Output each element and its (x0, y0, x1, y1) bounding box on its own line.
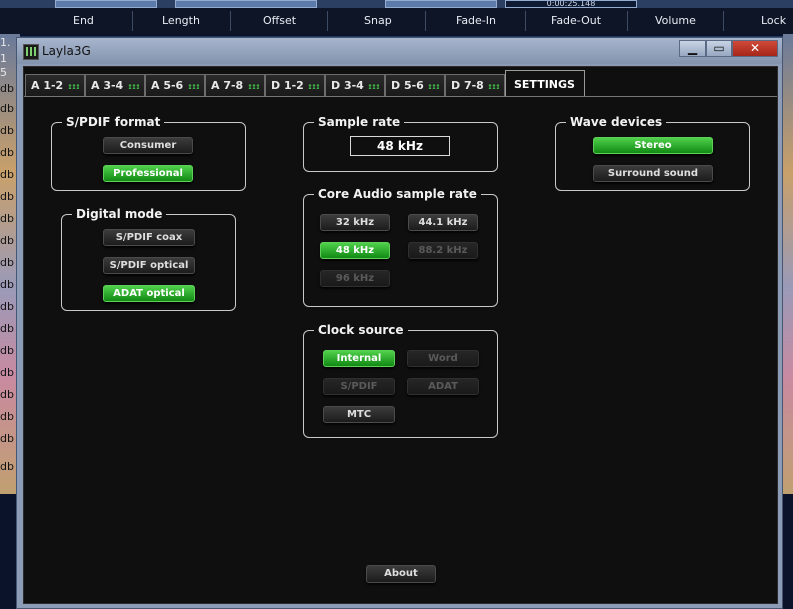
tab-activity-icon (428, 84, 439, 89)
title-bar[interactable]: Layla3G ▁ ▭ ✕ (17, 38, 782, 64)
sample-rate-value: 48 kHz (350, 136, 450, 156)
column-separator (327, 11, 328, 31)
column-length[interactable]: Length (162, 14, 200, 27)
sample-rate-group: Sample rate 48 kHz (303, 114, 498, 172)
rate-32khz-button[interactable]: 32 kHz (320, 214, 390, 231)
tab-d-3-4[interactable]: D 3-4 (325, 74, 385, 96)
daw-column-header: End Length Offset Snap Fade-In Fade-Out … (0, 8, 793, 34)
close-button[interactable]: ✕ (732, 40, 778, 57)
tab-d-7-8[interactable]: D 7-8 (445, 74, 505, 96)
tab-activity-icon (128, 84, 139, 89)
clock-source-group: Clock source Internal Word S/PDIF ADAT M… (303, 322, 498, 438)
window-title: Layla3G (42, 44, 91, 58)
tab-label: D 3-4 (331, 79, 364, 92)
rate-88-2khz-button[interactable]: 88.2 kHz (408, 242, 478, 259)
core-audio-sample-rate-title: Core Audio sample rate (314, 186, 481, 202)
column-separator (723, 11, 724, 31)
column-separator (627, 11, 628, 31)
column-separator (525, 11, 526, 31)
maximize-icon: ▭ (713, 41, 725, 55)
stereo-button[interactable]: Stereo (593, 137, 713, 154)
surround-sound-button[interactable]: Surround sound (593, 165, 713, 182)
app-mixer-icon (23, 44, 39, 60)
column-separator (425, 11, 426, 31)
tab-label: A 1-2 (31, 79, 64, 92)
clock-mtc-button[interactable]: MTC (323, 406, 395, 423)
tab-a-3-4[interactable]: A 3-4 (85, 74, 145, 96)
minimize-button[interactable]: ▁ (679, 40, 706, 57)
wave-devices-group: Wave devices Stereo Surround sound (555, 114, 750, 191)
column-separator (230, 11, 231, 31)
consumer-button[interactable]: Consumer (103, 137, 193, 154)
tab-a-7-8[interactable]: A 7-8 (205, 74, 265, 96)
clock-internal-button[interactable]: Internal (323, 350, 395, 367)
minimize-icon: ▁ (687, 41, 698, 55)
settings-panel: A 1-2 A 3-4 A 5-6 A 7-8 D 1-2 D 3-4 D 5-… (23, 66, 778, 604)
column-fade-in[interactable]: Fade-In (456, 14, 496, 27)
professional-button[interactable]: Professional (103, 165, 193, 182)
tab-divider (24, 96, 777, 97)
daw-transport-strip: 0:00:25.148 (0, 0, 793, 8)
maximize-button[interactable]: ▭ (706, 40, 732, 57)
tab-activity-icon (368, 84, 379, 89)
tab-label: A 7-8 (211, 79, 244, 92)
column-end[interactable]: End (73, 14, 94, 27)
layla3g-window: Layla3G ▁ ▭ ✕ A 1-2 A 3-4 A 5-6 A 7-8 D … (16, 37, 783, 609)
spdif-format-title: S/PDIF format (62, 114, 165, 130)
clock-spdif-button[interactable]: S/PDIF (323, 378, 395, 395)
column-offset[interactable]: Offset (263, 14, 296, 27)
tab-d-1-2[interactable]: D 1-2 (265, 74, 325, 96)
clock-word-button[interactable]: Word (407, 350, 479, 367)
tab-a-5-6[interactable]: A 5-6 (145, 74, 205, 96)
rate-48khz-button[interactable]: 48 kHz (320, 242, 390, 259)
tab-a-1-2[interactable]: A 1-2 (25, 74, 85, 96)
wave-devices-title: Wave devices (566, 114, 667, 130)
tab-label: D 7-8 (451, 79, 484, 92)
tab-label: SETTINGS (514, 78, 575, 91)
column-separator (132, 11, 133, 31)
tab-activity-icon (248, 84, 259, 89)
tab-label: D 5-6 (391, 79, 424, 92)
transport-segment (385, 0, 497, 8)
tab-activity-icon (68, 84, 79, 89)
clock-source-title: Clock source (314, 322, 408, 338)
tab-d-5-6[interactable]: D 5-6 (385, 74, 445, 96)
tab-activity-icon (308, 84, 319, 89)
clock-adat-button[interactable]: ADAT (407, 378, 479, 395)
timecode-display: 0:00:25.148 (505, 0, 637, 8)
transport-segment (175, 0, 317, 8)
track-edge-right (783, 34, 793, 494)
column-fade-out[interactable]: Fade-Out (551, 14, 601, 27)
core-audio-sample-rate-group: Core Audio sample rate 32 kHz 44.1 kHz 4… (303, 186, 498, 307)
spdif-coax-button[interactable]: S/PDIF coax (103, 229, 195, 246)
close-icon: ✕ (749, 41, 761, 55)
about-button[interactable]: About (366, 565, 436, 583)
tab-settings[interactable]: SETTINGS (505, 70, 585, 97)
adat-optical-button[interactable]: ADAT optical (103, 285, 195, 302)
spdif-format-group: S/PDIF format Consumer Professional (51, 114, 246, 191)
tab-activity-icon (188, 84, 199, 89)
sample-rate-title: Sample rate (314, 114, 405, 130)
transport-segment (55, 0, 157, 8)
tab-label: D 1-2 (271, 79, 304, 92)
column-lock[interactable]: Lock (761, 14, 786, 27)
digital-mode-title: Digital mode (72, 206, 167, 222)
tab-label: A 3-4 (91, 79, 124, 92)
rate-96khz-button[interactable]: 96 kHz (320, 270, 390, 287)
digital-mode-group: Digital mode S/PDIF coax S/PDIF optical … (61, 206, 236, 311)
spdif-optical-button[interactable]: S/PDIF optical (103, 257, 195, 274)
column-snap[interactable]: Snap (364, 14, 392, 27)
column-volume[interactable]: Volume (655, 14, 696, 27)
tab-activity-icon (488, 84, 499, 89)
tab-label: A 5-6 (151, 79, 184, 92)
rate-44-1khz-button[interactable]: 44.1 kHz (408, 214, 478, 231)
